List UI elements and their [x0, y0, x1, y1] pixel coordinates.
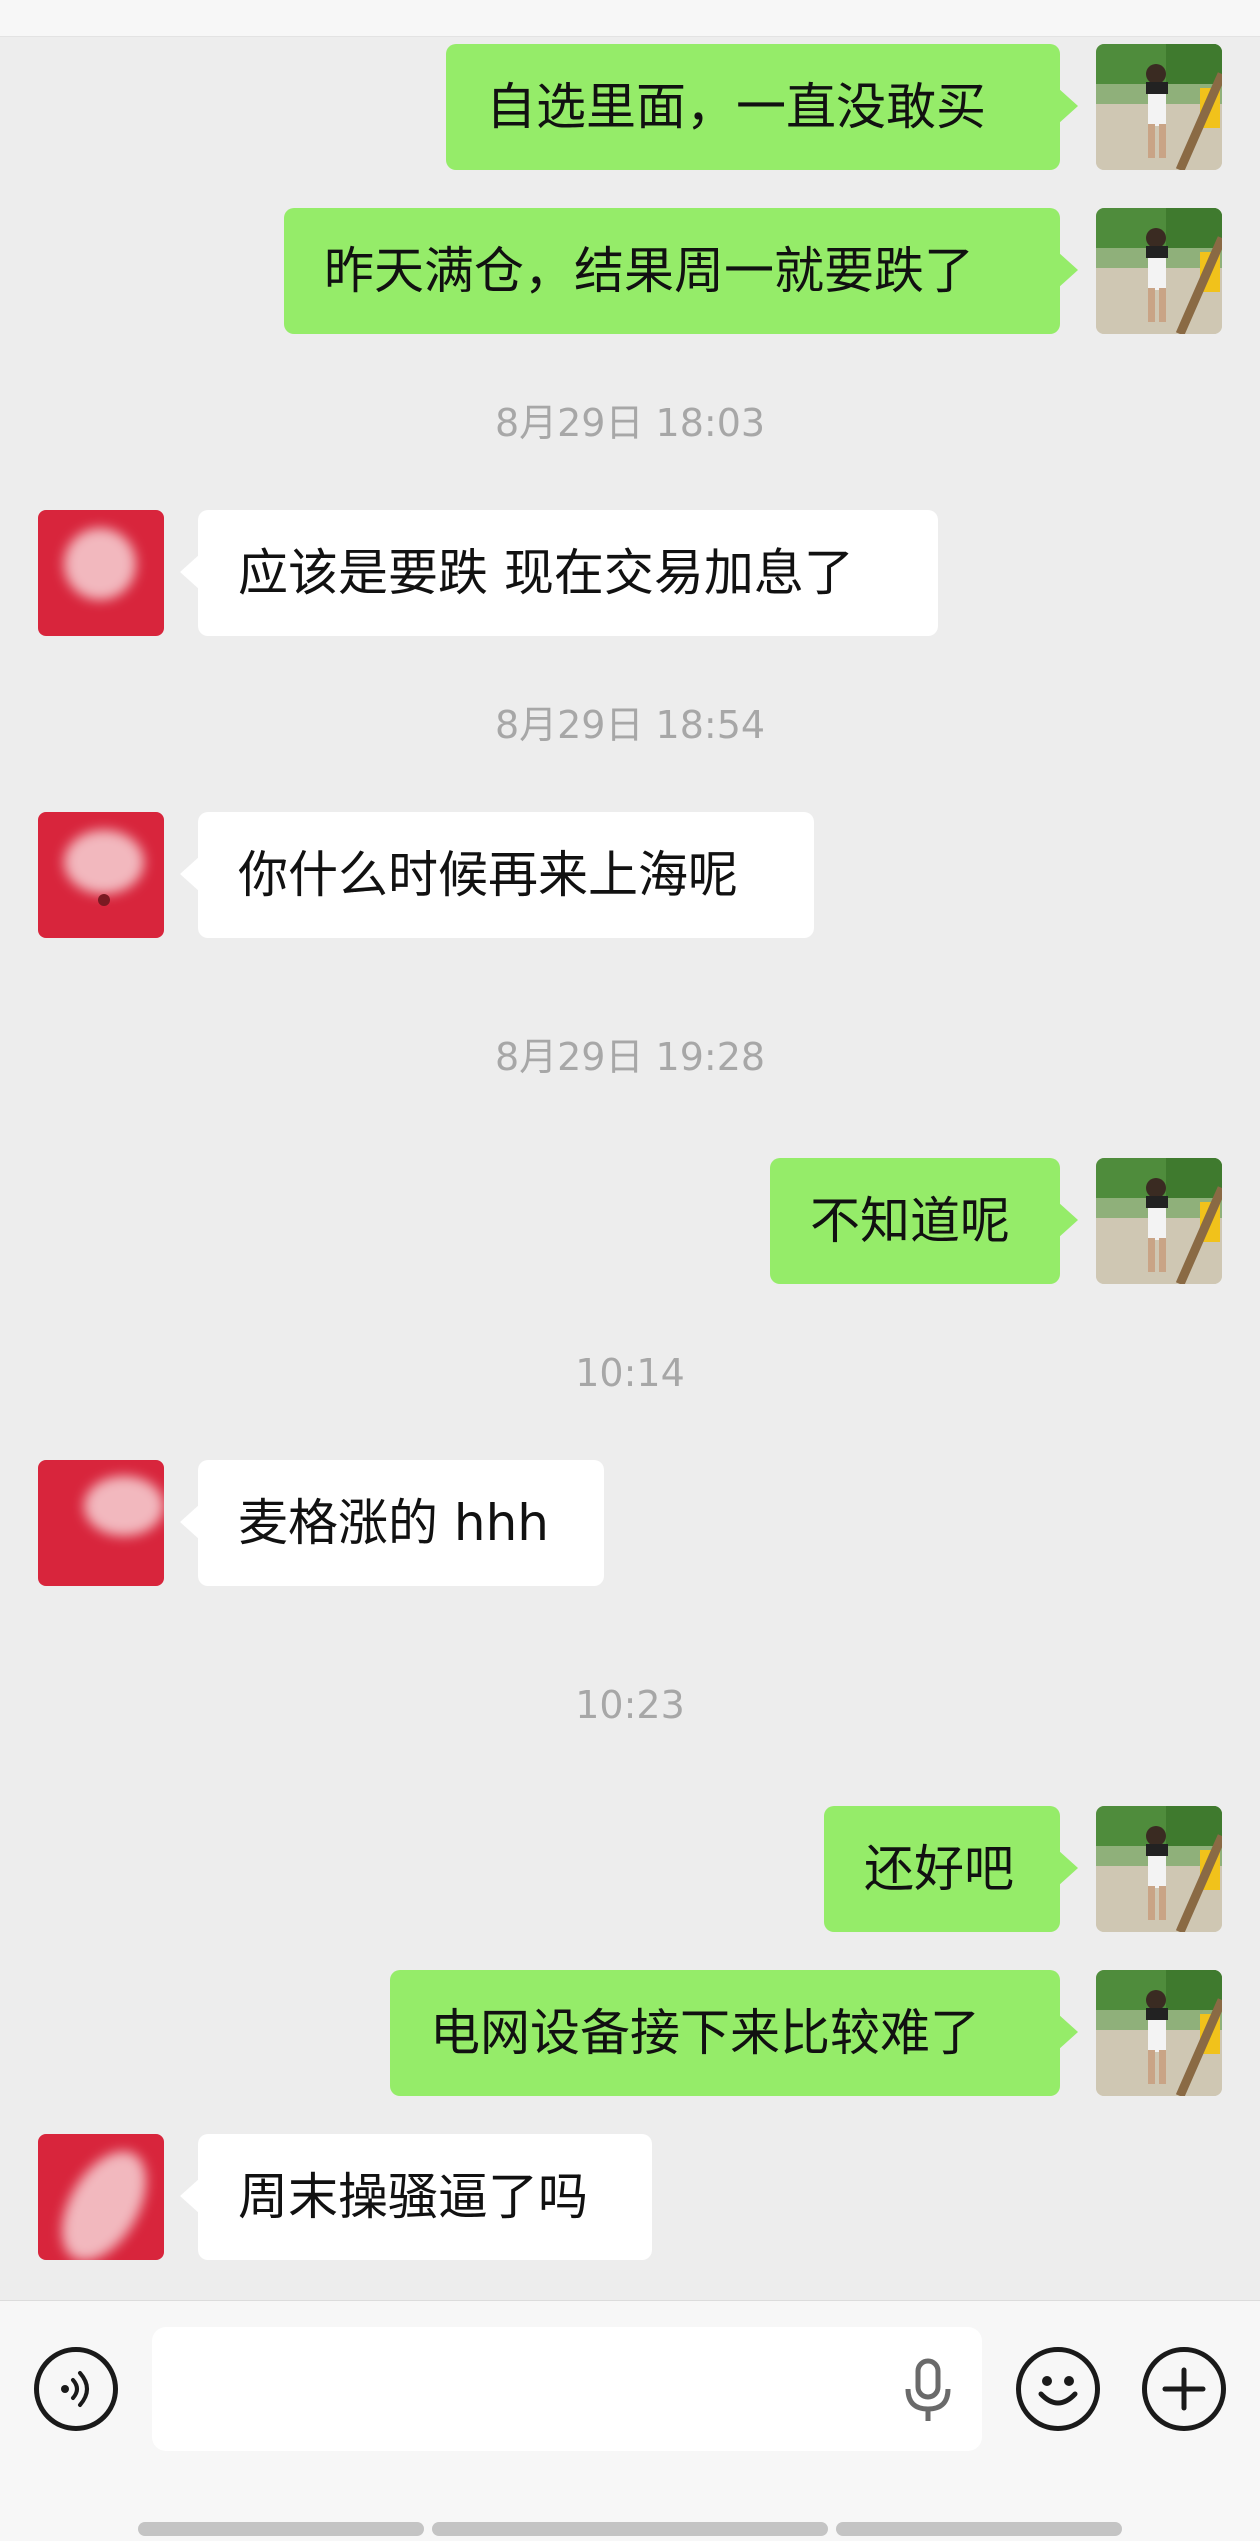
message-bubble-received[interactable]: 麦格涨的 hhh	[180, 1460, 604, 1586]
more-options-button[interactable]	[1142, 2347, 1226, 2431]
contact-avatar[interactable]	[38, 1460, 164, 1586]
home-indicator[interactable]	[836, 2522, 1122, 2536]
message-bubble-sent[interactable]: 自选里面，一直没敢买	[446, 44, 1078, 170]
chat-area[interactable]: 自选里面，一直没敢买 昨天满仓，结果周一就要跌了 8月29日 18:03 应该是…	[0, 0, 1260, 2300]
my-avatar[interactable]	[1096, 208, 1222, 334]
microphone-icon[interactable]	[898, 2357, 958, 2425]
message-bubble-received[interactable]: 应该是要跌 现在交易加息了	[180, 510, 938, 636]
timestamp: 10:14	[575, 1351, 685, 1395]
voice-toggle-button[interactable]	[34, 2347, 118, 2431]
plus-icon	[1162, 2367, 1206, 2411]
my-avatar[interactable]	[1096, 1970, 1222, 2096]
emoji-icon	[1038, 2376, 1078, 2406]
message-bubble-received[interactable]: 你什么时候再来上海呢	[180, 812, 814, 938]
timestamp: 8月29日 19:28	[494, 1035, 766, 1079]
contact-avatar[interactable]	[38, 812, 164, 938]
timestamp: 10:23	[575, 1683, 685, 1727]
voice-icon	[61, 2371, 89, 2407]
home-indicator[interactable]	[138, 2522, 424, 2536]
contact-avatar[interactable]	[38, 510, 164, 636]
emoji-button[interactable]	[1016, 2347, 1100, 2431]
contact-avatar[interactable]	[38, 2134, 164, 2260]
message-input[interactable]	[152, 2327, 982, 2451]
message-bubble-received[interactable]: 周末操骚逼了吗	[180, 2134, 652, 2260]
message-bubble-sent[interactable]: 还好吧	[824, 1806, 1078, 1932]
my-avatar[interactable]	[1096, 1806, 1222, 1932]
home-indicator[interactable]	[432, 2522, 828, 2536]
top-edge	[0, 0, 1260, 37]
timestamp: 8月29日 18:03	[494, 401, 766, 445]
my-avatar[interactable]	[1096, 1158, 1222, 1284]
my-avatar[interactable]	[1096, 44, 1222, 170]
timestamp: 8月29日 18:54	[494, 703, 766, 747]
message-bubble-sent[interactable]: 电网设备接下来比较难了	[390, 1970, 1078, 2096]
input-bar	[0, 2300, 1260, 2541]
message-bubble-sent[interactable]: 不知道呢	[770, 1158, 1078, 1284]
message-bubble-sent[interactable]: 昨天满仓，结果周一就要跌了	[284, 208, 1078, 334]
